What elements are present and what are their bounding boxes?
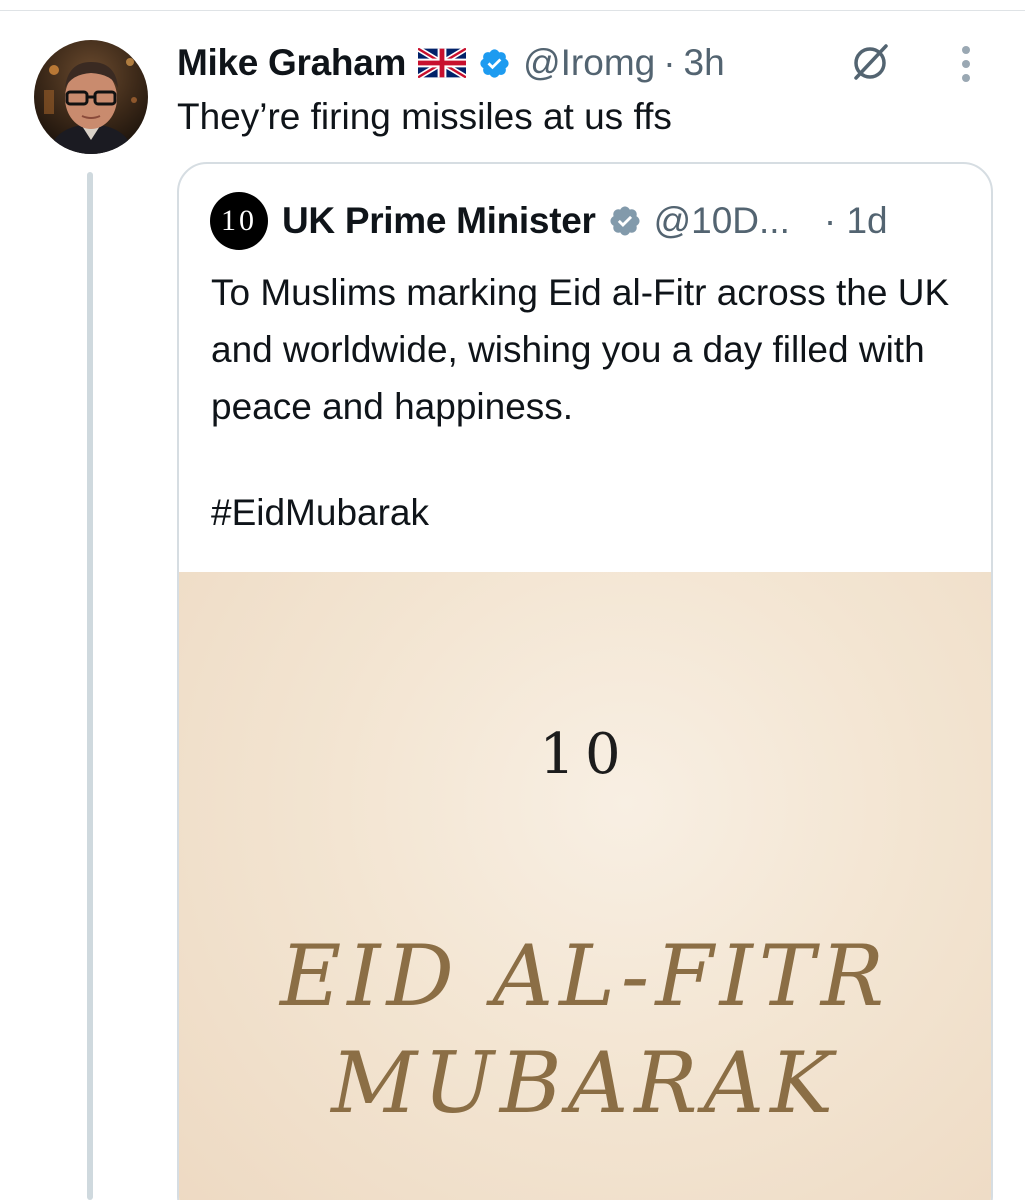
- quoted-author-avatar[interactable]: 10: [210, 192, 268, 250]
- number-10-logo: 10: [539, 722, 631, 787]
- tweet-timestamp[interactable]: 3h: [684, 42, 725, 84]
- media-title-line1: EID AL-FITR: [279, 927, 891, 1025]
- tweet-thread-view: Mike Graham @Iromg · 3h They’re firing m…: [0, 0, 1025, 1200]
- quoted-tweet-card[interactable]: 10 UK Prime Minister @10D... · 1d To Mus…: [177, 162, 993, 1200]
- avatar-image: [34, 40, 148, 154]
- quoted-tweet-header: 10 UK Prime Minister @10D... · 1d: [210, 192, 970, 250]
- quoted-tweet-text: To Muslims marking Eid al-Fitr across th…: [211, 272, 950, 427]
- quoted-author-handle[interactable]: @10D...: [654, 200, 790, 242]
- quoted-tweet-hashtag[interactable]: #EidMubarak: [211, 492, 429, 534]
- divider: [0, 10, 1025, 11]
- author-name[interactable]: Mike Graham: [177, 42, 406, 84]
- quoted-tweet-media-image[interactable]: 10 EID AL-FITR MUBARAK: [179, 572, 991, 1200]
- verified-badge-icon: [480, 48, 509, 78]
- media-title-line2: MUBARAK: [331, 1034, 839, 1132]
- author-handle[interactable]: @Iromg: [523, 42, 655, 84]
- more-options-icon[interactable]: [952, 42, 980, 86]
- thread-connector-line: [87, 172, 93, 1200]
- uk-flag-icon: [418, 48, 467, 78]
- grok-icon[interactable]: [848, 40, 892, 84]
- author-avatar[interactable]: [34, 40, 148, 154]
- quoted-author-name[interactable]: UK Prime Minister: [282, 200, 596, 242]
- quoted-tweet-timestamp[interactable]: · 1d: [824, 200, 888, 242]
- government-badge-icon: [610, 206, 640, 236]
- separator-dot: ·: [663, 42, 676, 83]
- quoted-time-value: 1d: [846, 200, 888, 241]
- separator-dot: ·: [823, 200, 837, 241]
- tweet-text: They’re firing missiles at us ffs: [177, 96, 672, 137]
